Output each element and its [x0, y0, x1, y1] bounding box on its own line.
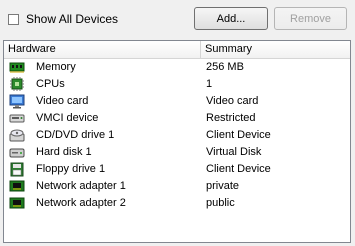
row-summary: 256 MB: [206, 61, 244, 73]
summary-column-header[interactable]: Summary: [201, 41, 350, 58]
table-row[interactable]: Memory 256 MB: [4, 59, 350, 76]
network-adapter-icon: [9, 197, 25, 209]
row-summary: Client Device: [206, 163, 271, 175]
row-hardware: Network adapter 1: [36, 180, 126, 192]
remove-button[interactable]: Remove: [274, 7, 347, 30]
table-row[interactable]: Floppy drive 1 Client Device: [4, 161, 350, 178]
vmci-device-icon: [9, 114, 25, 123]
table-row[interactable]: CPUs 1: [4, 76, 350, 93]
row-hardware: Network adapter 2: [36, 197, 126, 209]
row-summary: public: [206, 197, 235, 209]
show-all-devices-label: Show All Devices: [26, 12, 119, 26]
row-hardware: Hard disk 1: [36, 146, 92, 158]
row-hardware: Video card: [36, 95, 89, 107]
cd-dvd-drive-icon: [9, 129, 25, 142]
checkbox-box[interactable]: [8, 13, 19, 25]
toolbar: Show All Devices Add... Remove: [0, 0, 355, 38]
list-header: Hardware Summary: [4, 41, 350, 59]
memory-icon: [9, 62, 25, 73]
row-hardware: CD/DVD drive 1: [36, 129, 115, 141]
show-all-devices-checkbox[interactable]: Show All Devices: [8, 12, 118, 26]
floppy-drive-icon: [10, 162, 24, 177]
row-summary: 1: [206, 78, 213, 90]
table-row[interactable]: Hard disk 1 Virtual Disk: [4, 144, 350, 161]
cpu-icon: [10, 77, 24, 91]
row-hardware: VMCI device: [36, 112, 99, 124]
table-row[interactable]: CD/DVD drive 1 Client Device: [4, 127, 350, 144]
row-summary: Virtual Disk: [206, 146, 262, 158]
hardware-list[interactable]: Hardware Summary Memory 256 MB CPUs 1 Vi…: [3, 40, 351, 243]
row-hardware: Floppy drive 1: [36, 163, 106, 175]
video-card-icon: [9, 94, 25, 109]
table-row[interactable]: VMCI device Restricted: [4, 110, 350, 127]
row-summary: Client Device: [206, 129, 271, 141]
table-row[interactable]: Network adapter 2 public: [4, 195, 350, 212]
row-summary: Video card: [206, 95, 259, 107]
table-row[interactable]: Network adapter 1 private: [4, 178, 350, 195]
network-adapter-icon: [9, 180, 25, 192]
hardware-column-header[interactable]: Hardware: [4, 41, 201, 58]
row-summary: private: [206, 180, 240, 192]
add-button[interactable]: Add...: [194, 7, 268, 30]
row-hardware: Memory: [36, 61, 76, 73]
row-hardware: CPUs: [36, 78, 65, 90]
table-row[interactable]: Video card Video card: [4, 93, 350, 110]
hard-disk-icon: [9, 148, 25, 158]
row-summary: Restricted: [206, 112, 256, 124]
